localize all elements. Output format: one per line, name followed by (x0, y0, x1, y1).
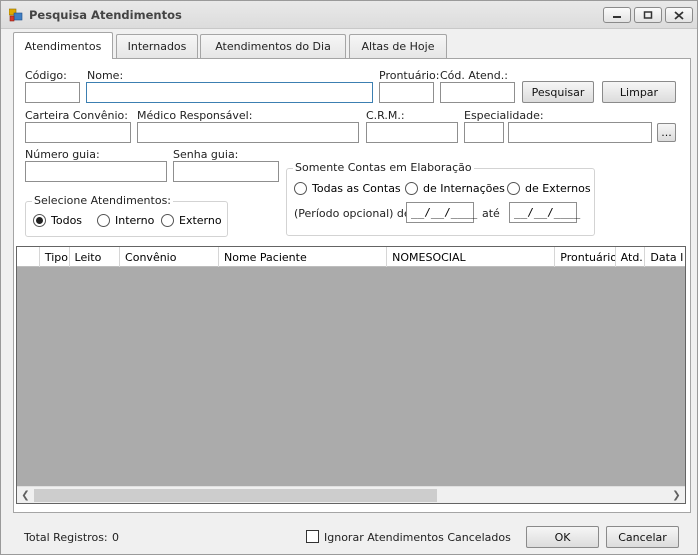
numero-guia-input[interactable] (25, 161, 167, 182)
title-bar[interactable]: Pesquisa Atendimentos (1, 1, 697, 29)
carteira-input[interactable] (25, 122, 131, 143)
date-from-input[interactable]: __/__/____ (406, 202, 477, 223)
column-header-leito[interactable]: Leito (70, 247, 121, 267)
especialidade-code-input[interactable] (464, 122, 504, 143)
column-header-tipo[interactable]: Tipo (40, 247, 70, 267)
cancelar-button[interactable]: Cancelar (606, 526, 679, 548)
tab-altas-de-hoje[interactable]: Altas de Hoje (349, 34, 447, 58)
radio-label: Todos (51, 214, 83, 227)
minimize-icon (613, 16, 621, 18)
total-registros-value: 0 (112, 531, 119, 544)
tab-label: Internados (127, 40, 187, 53)
column-header-nomesocial[interactable]: NOMESOCIAL (387, 247, 556, 267)
radio-label: Interno (115, 214, 155, 227)
radio-label: Externo (179, 214, 222, 227)
medico-label: Médico Responsável: (137, 109, 253, 122)
window-title: Pesquisa Atendimentos (29, 8, 182, 22)
contas-title: Somente Contas em Elaboração (293, 161, 474, 174)
nome-input[interactable] (86, 82, 373, 103)
scroll-right-icon[interactable]: ❯ (668, 487, 685, 503)
radio-icon (507, 182, 520, 195)
prontuario-label: Prontuário: (379, 69, 440, 82)
column-header-prontuario[interactable]: Prontuário (555, 247, 616, 267)
especialidade-name-input[interactable] (508, 122, 652, 143)
especialidade-lookup-button[interactable]: ... (657, 123, 676, 142)
limpar-button[interactable]: Limpar (602, 81, 676, 103)
scroll-left-icon[interactable]: ❮ (17, 487, 34, 503)
column-header-data[interactable]: Data I (645, 247, 685, 267)
horizontal-scrollbar[interactable]: ❮ ❯ (17, 486, 685, 503)
numero-guia-label: Número guia: (25, 148, 100, 161)
radio-label: Todas as Contas (312, 182, 401, 195)
senha-guia-label: Senha guia: (173, 148, 239, 161)
crm-input[interactable] (366, 122, 458, 143)
tab-internados[interactable]: Internados (116, 34, 198, 58)
selecione-title: Selecione Atendimentos: (32, 194, 174, 207)
date-to-input[interactable]: __/__/____ (509, 202, 580, 223)
nome-label: Nome: (87, 69, 124, 82)
ignorar-cancelados-checkbox[interactable] (306, 530, 319, 543)
cod-atend-label: Cód. Atend.: (440, 69, 508, 82)
ate-label: até (482, 207, 500, 220)
ok-button[interactable]: OK (526, 526, 599, 548)
carteira-label: Carteira Convênio: (25, 109, 128, 122)
grid-header-selector (17, 247, 40, 267)
especialidade-label: Especialidade: (464, 109, 544, 122)
periodo-label: (Período opcional) de (294, 207, 411, 220)
grid-header: Tipo Leito Convênio Nome Paciente NOMESO… (17, 247, 685, 267)
results-grid[interactable]: Tipo Leito Convênio Nome Paciente NOMESO… (16, 246, 686, 504)
total-registros-label: Total Registros: (24, 531, 108, 544)
radio-externo[interactable]: Externo (161, 214, 222, 227)
minimize-button[interactable] (603, 7, 631, 23)
radio-de-internacoes[interactable]: de Internações (405, 182, 505, 195)
maximize-icon (643, 11, 653, 19)
tab-label: Atendimentos (24, 39, 102, 53)
tab-atendimentos-do-dia[interactable]: Atendimentos do Dia (200, 34, 346, 58)
column-header-nome-paciente[interactable]: Nome Paciente (219, 247, 388, 267)
scroll-thumb[interactable] (34, 489, 437, 502)
column-header-convenio[interactable]: Convênio (120, 247, 219, 267)
radio-icon (161, 214, 174, 227)
radio-label: de Internações (423, 182, 505, 195)
radio-todos[interactable]: Todos (33, 214, 82, 227)
codigo-input[interactable] (25, 82, 80, 103)
ignorar-cancelados-label[interactable]: Ignorar Atendimentos Cancelados (324, 531, 511, 544)
window: Pesquisa Atendimentos Atendimentos Inter… (0, 0, 698, 555)
close-icon (674, 10, 684, 20)
senha-guia-input[interactable] (173, 161, 279, 182)
radio-selected-icon (33, 214, 46, 227)
app-icon (9, 8, 23, 22)
crm-label: C.R.M.: (366, 109, 405, 122)
medico-input[interactable] (137, 122, 359, 143)
cod-atend-input[interactable] (440, 82, 515, 103)
radio-interno[interactable]: Interno (97, 214, 154, 227)
codigo-label: Código: (25, 69, 67, 82)
radio-label: de Externos (525, 182, 591, 195)
close-button[interactable] (665, 7, 693, 23)
tab-atendimentos[interactable]: Atendimentos (13, 32, 113, 59)
tab-label: Atendimentos do Dia (215, 40, 331, 53)
pesquisar-button[interactable]: Pesquisar (522, 81, 594, 103)
tab-label: Altas de Hoje (361, 40, 435, 53)
radio-icon (97, 214, 110, 227)
radio-icon (294, 182, 307, 195)
radio-de-externos[interactable]: de Externos (507, 182, 591, 195)
radio-icon (405, 182, 418, 195)
column-header-atd[interactable]: Atd. (616, 247, 646, 267)
radio-todas-as-contas[interactable]: Todas as Contas (294, 182, 401, 195)
maximize-button[interactable] (634, 7, 662, 23)
prontuario-input[interactable] (379, 82, 434, 103)
